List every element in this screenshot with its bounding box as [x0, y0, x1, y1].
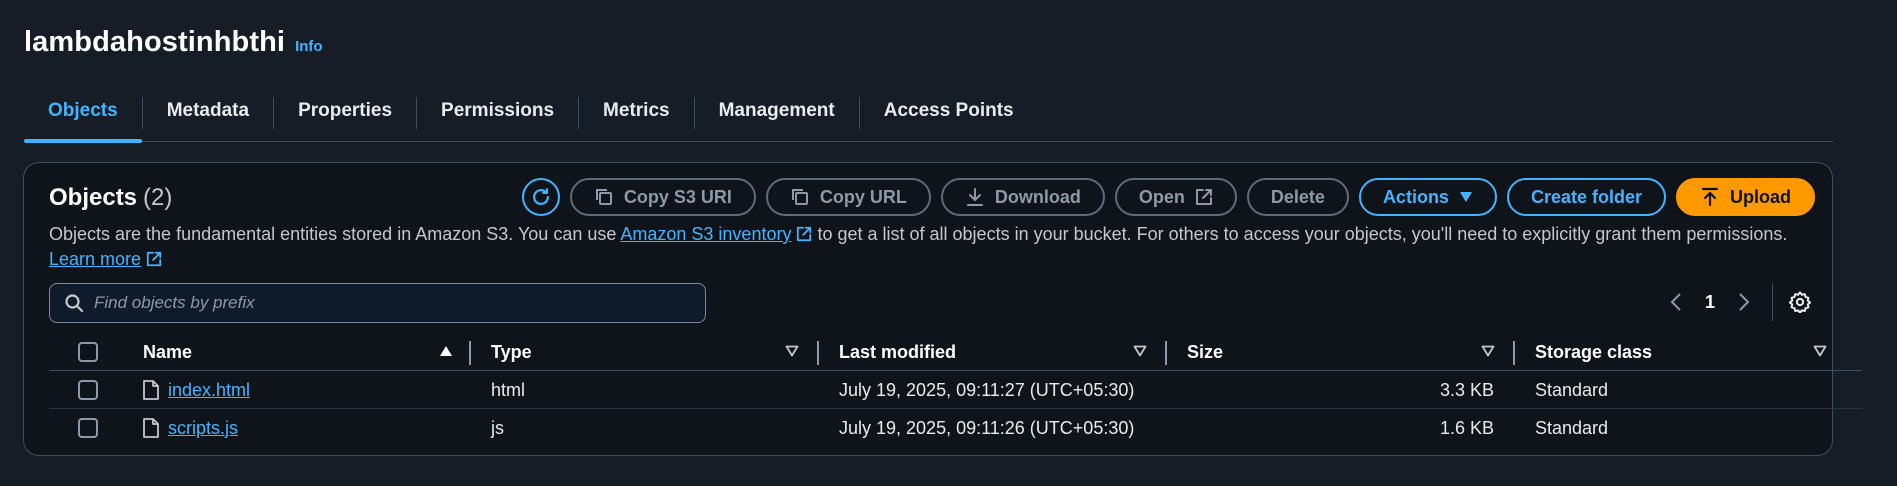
table-row: index.html html July 19, 2025, 09:11:27 …: [49, 371, 1862, 409]
tab-permissions[interactable]: Permissions: [417, 88, 578, 142]
copy-url-button[interactable]: Copy URL: [765, 178, 931, 216]
previous-page-button[interactable]: [1660, 286, 1692, 318]
actions-label: Actions: [1382, 186, 1449, 207]
table-preferences-button[interactable]: [1785, 287, 1815, 317]
object-last-modified-cell: July 19, 2025, 09:11:27 (UTC+05:30): [839, 379, 1135, 400]
bucket-header: lambdahostinhbthi Info: [24, 26, 323, 59]
pager-divider: [1772, 283, 1773, 321]
open-label: Open: [1138, 186, 1185, 207]
gear-icon: [1789, 291, 1811, 313]
tab-objects[interactable]: Objects: [24, 88, 142, 143]
sort-ascending-icon[interactable]: [439, 345, 453, 357]
column-resizer[interactable]: [1513, 341, 1515, 365]
select-all-cell: [78, 333, 98, 371]
copy-icon: [595, 189, 612, 205]
object-name-link[interactable]: index.html: [168, 380, 250, 401]
copy-s3-uri-button[interactable]: Copy S3 URI: [569, 178, 756, 216]
delete-label: Delete: [1270, 186, 1325, 207]
row-checkbox[interactable]: [78, 380, 98, 400]
objects-count: (2): [143, 184, 173, 211]
refresh-icon: [532, 188, 549, 205]
tab-access-points[interactable]: Access Points: [860, 88, 1038, 142]
copy-url-label: Copy URL: [819, 186, 907, 207]
upload-button[interactable]: Upload: [1676, 178, 1815, 216]
table-row: scripts.js js July 19, 2025, 09:11:26 (U…: [49, 409, 1862, 447]
download-icon: [966, 188, 983, 206]
row-select-cell: [78, 409, 98, 447]
row-select-cell: [78, 371, 98, 409]
object-storage-class-cell: Standard: [1535, 417, 1609, 438]
sort-icon[interactable]: [1133, 345, 1147, 357]
column-header-storage-class[interactable]: Storage class: [1535, 333, 1652, 371]
object-name-link[interactable]: scripts.js: [168, 418, 238, 439]
external-link-icon: [797, 226, 812, 242]
learn-more-link[interactable]: Learn more: [49, 249, 162, 269]
objects-table: Name Type Last modified Size Storage cla…: [49, 333, 1862, 447]
column-resizer[interactable]: [817, 341, 819, 365]
column-header-name[interactable]: Name: [143, 333, 192, 371]
object-type-cell: js: [491, 417, 504, 438]
tab-metrics[interactable]: Metrics: [579, 88, 694, 142]
objects-panel: Objects (2) Copy S3 URI Copy URL Downloa…: [23, 162, 1862, 456]
pagination: 1: [1660, 280, 1815, 324]
description-text-start: Objects are the fundamental entities sto…: [49, 224, 621, 244]
column-resizer[interactable]: [1165, 341, 1167, 365]
upload-icon: [1701, 187, 1719, 207]
search-box: [49, 283, 706, 323]
actions-dropdown-button[interactable]: Actions: [1358, 178, 1497, 216]
current-page-number[interactable]: 1: [1692, 292, 1728, 313]
column-header-last-modified[interactable]: Last modified: [839, 333, 956, 371]
description-text-end: to get a list of all objects in your buc…: [812, 224, 1788, 244]
search-input[interactable]: [94, 293, 705, 313]
create-folder-button[interactable]: Create folder: [1506, 178, 1666, 216]
object-storage-class-cell: Standard: [1535, 379, 1609, 400]
sort-icon[interactable]: [785, 345, 799, 357]
learn-more-label: Learn more: [49, 249, 142, 269]
object-type-cell: html: [491, 379, 526, 400]
amazon-s3-inventory-link[interactable]: Amazon S3 inventory: [620, 224, 812, 244]
external-link-icon: [1195, 189, 1212, 205]
download-button[interactable]: Download: [940, 178, 1105, 216]
inventory-link-label: Amazon S3 inventory: [620, 224, 792, 244]
file-icon: [143, 418, 159, 438]
objects-description: Objects are the fundamental entities sto…: [49, 222, 1819, 272]
download-label: Download: [994, 186, 1081, 207]
bucket-tabs: Objects Metadata Properties Permissions …: [24, 88, 1833, 143]
object-name-cell: index.html: [143, 371, 250, 409]
bucket-name-title: lambdahostinhbthi: [24, 26, 286, 58]
copy-icon: [791, 189, 808, 205]
objects-title: Objects: [49, 184, 138, 211]
upload-label: Upload: [1730, 186, 1791, 207]
select-all-checkbox[interactable]: [78, 342, 98, 362]
tab-metadata[interactable]: Metadata: [143, 88, 273, 142]
sort-icon[interactable]: [1813, 345, 1827, 357]
objects-heading: Objects (2): [49, 184, 172, 212]
file-icon: [143, 380, 159, 400]
tab-properties[interactable]: Properties: [274, 88, 416, 142]
info-link[interactable]: Info: [295, 38, 323, 55]
sort-icon[interactable]: [1481, 345, 1495, 357]
object-size-cell: 1.6 KB: [1439, 417, 1494, 438]
next-page-button[interactable]: [1728, 286, 1760, 318]
chevron-left-icon: [1670, 293, 1681, 311]
object-last-modified-cell: July 19, 2025, 09:11:26 (UTC+05:30): [839, 417, 1135, 438]
refresh-button[interactable]: [521, 178, 560, 216]
column-resizer[interactable]: [469, 341, 471, 365]
search-icon: [65, 294, 84, 313]
object-size-cell: 3.3 KB: [1439, 379, 1494, 400]
chevron-right-icon: [1739, 293, 1750, 311]
copy-s3-uri-label: Copy S3 URI: [623, 186, 732, 207]
column-header-type[interactable]: Type: [491, 333, 532, 371]
objects-toolbar: Copy S3 URI Copy URL Download Open Delet…: [521, 178, 1815, 216]
delete-button[interactable]: Delete: [1246, 178, 1349, 216]
object-name-cell: scripts.js: [143, 409, 238, 447]
open-button[interactable]: Open: [1114, 178, 1237, 216]
caret-down-icon: [1459, 192, 1472, 202]
column-header-size[interactable]: Size: [1187, 333, 1223, 371]
table-header-row: Name Type Last modified Size Storage cla…: [49, 333, 1862, 371]
create-folder-label: Create folder: [1530, 186, 1642, 207]
tab-management[interactable]: Management: [695, 88, 859, 142]
row-checkbox[interactable]: [78, 418, 98, 438]
external-link-icon: [146, 251, 162, 267]
